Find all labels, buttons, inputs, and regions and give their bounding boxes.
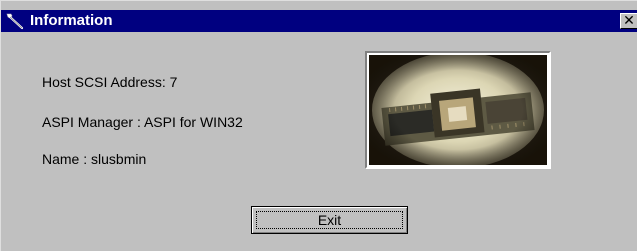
information-dialog: Information ✕ Host SCSI Address: 7 ASPI … (0, 0, 637, 251)
device-name-label: Name : slusbmin (42, 151, 147, 167)
device-photo (365, 51, 551, 169)
close-icon: ✕ (623, 12, 635, 28)
close-button[interactable]: ✕ (620, 13, 637, 29)
exit-button[interactable]: Exit (251, 206, 408, 234)
aspi-manager-label: ASPI Manager : ASPI for WIN32 (42, 114, 243, 130)
exit-button-label: Exit (317, 212, 342, 228)
title-bar[interactable]: Information ✕ (1, 10, 637, 32)
wrench-icon (5, 12, 25, 30)
window-title: Information (30, 12, 113, 29)
usb-device-image (369, 55, 547, 165)
host-scsi-address-label: Host SCSI Address: 7 (42, 74, 178, 90)
